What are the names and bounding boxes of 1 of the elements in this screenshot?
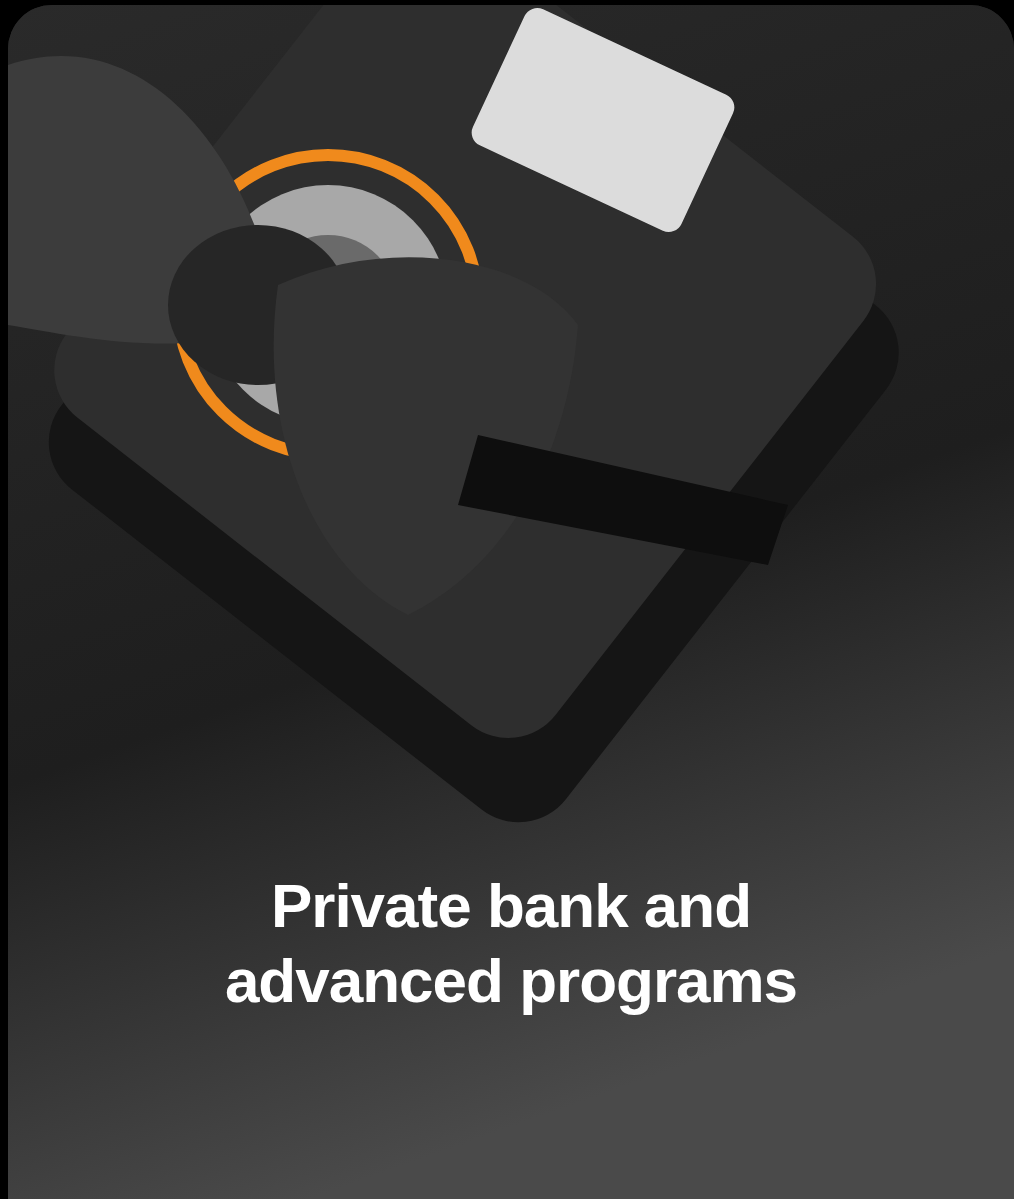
card-title: Private bank and advanced programs [223, 869, 799, 1018]
